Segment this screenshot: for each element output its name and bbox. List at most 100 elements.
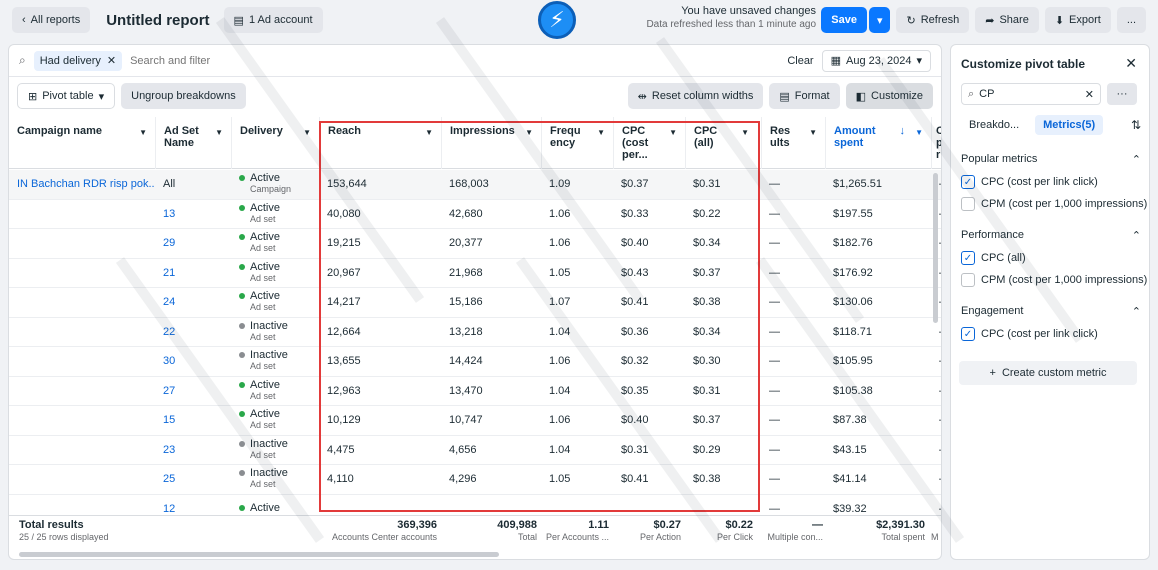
checkbox[interactable]: ✓ [961, 251, 975, 265]
cell-campaign[interactable] [9, 288, 155, 317]
ungroup-breakdowns-button[interactable]: Ungroup breakdowns [121, 83, 246, 109]
table-row[interactable]: 24 Active Ad set 14,217 15,186 1.07 $0.41 $0.38… [9, 288, 941, 318]
report-title[interactable]: Untitled report [106, 12, 209, 29]
col-cpc-all[interactable]: CPC (all) ▼ [685, 117, 757, 169]
section-header[interactable]: Popular metrics ⌃ [961, 153, 1141, 166]
table-row[interactable]: 13 Active Ad set 40,080 42,680 1.06 $0.33 $0.22… [9, 200, 941, 229]
save-dropdown-button[interactable]: ▾ [868, 7, 891, 33]
sort-icon[interactable]: ⇅ [1131, 118, 1141, 132]
metric-option[interactable]: ✓ CPC (all) [961, 251, 1147, 265]
metric-search[interactable]: ⌕ CP ✕ [961, 83, 1101, 105]
chevron-up-icon[interactable]: ⌃ [1132, 305, 1141, 318]
chevron-down-icon[interactable]: ▼ [597, 127, 605, 139]
cell-campaign[interactable]: IN Bachchan RDR risp pok... [9, 170, 155, 199]
checkbox[interactable]: ✓ [961, 327, 975, 341]
cell-adset[interactable]: 23 [155, 436, 231, 465]
col-cpc-link[interactable]: CPC (cost per... ▼ [613, 117, 685, 169]
chevron-down-icon[interactable]: ▼ [215, 127, 223, 139]
cell-adset[interactable]: 15 [155, 406, 231, 435]
ad-account-button[interactable]: ▤ 1 Ad account [223, 7, 323, 33]
pivot-table-button[interactable]: ⊞ Pivot table ▾ [17, 83, 116, 109]
more-options-button[interactable]: ... [1116, 7, 1146, 33]
cell-campaign[interactable] [9, 229, 155, 258]
share-button[interactable]: ➦ Share [975, 7, 1039, 33]
cell-adset[interactable]: 24 [155, 288, 231, 317]
cell-adset[interactable]: All [155, 170, 231, 199]
save-button[interactable]: Save [821, 7, 867, 33]
cell-campaign[interactable] [9, 406, 155, 435]
col-campaign-name[interactable]: Campaign name ▼ [9, 117, 155, 169]
vertical-scrollbar[interactable] [933, 173, 938, 323]
horizontal-scrollbar[interactable] [19, 552, 499, 557]
col-impressions[interactable]: Impressions ▼ [441, 117, 541, 169]
tab-breakdowns[interactable]: Breakdo... [961, 115, 1027, 135]
search-filter-input[interactable] [130, 54, 651, 67]
chevron-down-icon[interactable]: ▼ [425, 127, 433, 139]
metric-option[interactable]: ✓ CPC (cost per link click) [961, 175, 1147, 189]
section-header[interactable]: Engagement ⌃ [961, 305, 1141, 318]
cell-adset[interactable]: 21 [155, 259, 231, 288]
col-adset-name[interactable]: Ad Set Name ▼ [155, 117, 231, 169]
col-reach[interactable]: Reach ▼ [319, 117, 441, 169]
close-icon[interactable]: ✕ [107, 54, 116, 67]
cell-adset[interactable]: 30 [155, 347, 231, 376]
metric-option[interactable]: ✓ CPC (cost per link click) [961, 327, 1147, 341]
cell-campaign[interactable] [9, 347, 155, 376]
refresh-button[interactable]: ↻ Refresh [896, 7, 970, 33]
cell-campaign[interactable] [9, 495, 155, 516]
table-row[interactable]: 15 Active Ad set 10,129 10,747 1.06 $0.40 $0.37… [9, 406, 941, 436]
chevron-down-icon[interactable]: ▼ [139, 127, 147, 139]
chevron-down-icon[interactable]: ▼ [303, 127, 311, 139]
col-extra[interactable]: C p r [931, 117, 941, 169]
cell-adset[interactable]: 27 [155, 377, 231, 406]
cell-adset[interactable]: 13 [155, 200, 231, 229]
more-options-button[interactable]: ··· [1107, 83, 1137, 105]
table-row[interactable]: IN Bachchan RDR risp pok... All Active Camp… [9, 170, 941, 200]
cell-campaign[interactable] [9, 436, 155, 465]
chevron-up-icon[interactable]: ⌃ [1132, 153, 1141, 166]
close-icon[interactable]: ✕ [1085, 88, 1094, 101]
cell-adset[interactable]: 12 [155, 495, 231, 516]
cell-campaign[interactable] [9, 318, 155, 347]
clear-button[interactable]: Clear [787, 55, 813, 67]
cell-campaign[interactable] [9, 465, 155, 494]
cell-campaign[interactable] [9, 200, 155, 229]
filter-chip[interactable]: Had delivery ✕ [33, 50, 123, 71]
all-reports-button[interactable]: ‹ All reports [12, 7, 91, 33]
chevron-down-icon[interactable]: ▼ [669, 127, 677, 139]
tab-metrics[interactable]: Metrics(5) [1035, 115, 1104, 135]
export-button[interactable]: ⬇ Export [1044, 7, 1111, 33]
chevron-down-icon[interactable]: ▼ [809, 127, 817, 139]
col-amount-spent[interactable]: Amount spent ↓ ▼ [825, 117, 931, 169]
table-row[interactable]: 23 Inactive Ad set 4,475 4,656 1.04 $0.31 $0.29… [9, 436, 941, 465]
cell-adset[interactable]: 22 [155, 318, 231, 347]
close-icon[interactable]: ✕ [1125, 55, 1137, 72]
table-row[interactable]: 27 Active Ad set 12,963 13,470 1.04 $0.35 $0.31… [9, 377, 941, 406]
checkbox[interactable] [961, 273, 975, 287]
table-row[interactable]: 25 Inactive Ad set 4,110 4,296 1.05 $0.41 $0.38… [9, 465, 941, 495]
cell-campaign[interactable] [9, 259, 155, 288]
metric-option[interactable]: CPM (cost per 1,000 impressions) [961, 197, 1147, 211]
table-row[interactable]: 29 Active Ad set 19,215 20,377 1.06 $0.40 $0.34… [9, 229, 941, 259]
table-row[interactable]: 22 Inactive Ad set 12,664 13,218 1.04 $0.36 $0.… [9, 318, 941, 347]
table-row[interactable]: 30 Inactive Ad set 13,655 14,424 1.06 $0.32 $0.… [9, 347, 941, 377]
chevron-down-icon[interactable]: ▼ [525, 127, 533, 139]
table-row[interactable]: 21 Active Ad set 20,967 21,968 1.05 $0.43 $0.37… [9, 259, 941, 288]
col-delivery[interactable]: Delivery ▼ [231, 117, 319, 169]
section-header[interactable]: Performance ⌃ [961, 229, 1141, 242]
table-row[interactable]: 12 Active — $39.32 — [9, 495, 941, 516]
cell-adset[interactable]: 29 [155, 229, 231, 258]
col-results[interactable]: Res ults ▼ [761, 117, 825, 169]
create-custom-metric-button[interactable]: + Create custom metric [959, 361, 1137, 385]
date-picker[interactable]: ▦ Aug 23, 2024 ▾ [821, 49, 931, 72]
chevron-down-icon[interactable]: ▼ [915, 127, 923, 139]
format-button[interactable]: ▤ Format [769, 83, 840, 109]
customize-button[interactable]: ◧ Customize [845, 83, 933, 109]
cell-adset[interactable]: 25 [155, 465, 231, 494]
checkbox[interactable]: ✓ [961, 175, 975, 189]
chevron-up-icon[interactable]: ⌃ [1132, 229, 1141, 242]
checkbox[interactable] [961, 197, 975, 211]
chevron-down-icon[interactable]: ▼ [741, 127, 749, 139]
cell-campaign[interactable] [9, 377, 155, 406]
metric-option[interactable]: CPM (cost per 1,000 impressions) [961, 273, 1147, 287]
